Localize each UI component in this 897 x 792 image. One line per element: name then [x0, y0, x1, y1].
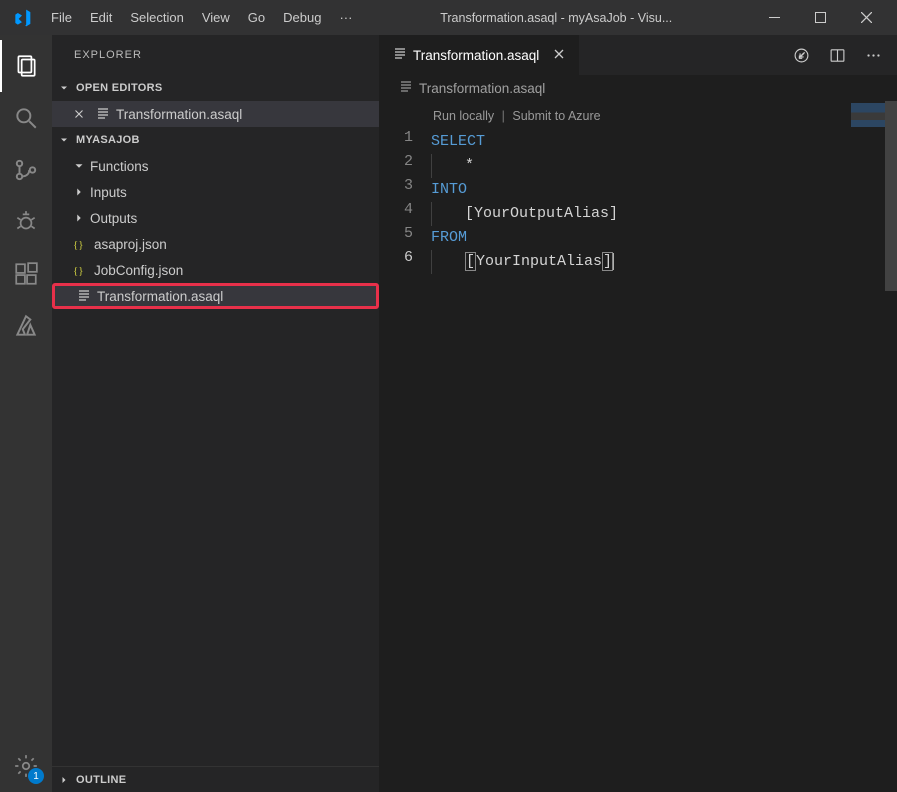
tab-label: Transformation.asaql [413, 48, 539, 63]
activity-explorer[interactable] [0, 40, 52, 92]
window-controls [751, 0, 889, 35]
menu-debug[interactable]: Debug [274, 6, 330, 29]
codelens-run-locally[interactable]: Run locally [433, 109, 494, 123]
file-asaproj[interactable]: {} asaproj.json [52, 231, 379, 257]
breadcrumb-label: Transformation.asaql [419, 81, 545, 96]
activity-search[interactable] [0, 92, 52, 144]
codelens: Run locally | Submit to Azure [431, 104, 897, 130]
chevron-right-icon [72, 211, 86, 225]
chevron-down-icon [72, 159, 86, 173]
chevron-right-icon [58, 774, 70, 786]
file-icon [75, 288, 91, 304]
menu-selection[interactable]: Selection [121, 6, 192, 29]
file-jobconfig[interactable]: {} JobConfig.json [52, 257, 379, 283]
section-open-editors[interactable]: Open Editors [52, 75, 379, 101]
folder-label: Functions [90, 159, 149, 174]
activity-extensions[interactable] [0, 248, 52, 300]
minimize-button[interactable] [751, 0, 797, 35]
code-content[interactable]: Run locally | Submit to Azure SELECT * I… [431, 101, 897, 792]
editor-body[interactable]: 1 2 3 4 5 6 Run locally | Submit to Azur… [379, 101, 897, 792]
maximize-button[interactable] [797, 0, 843, 35]
line-gutter: 1 2 3 4 5 6 [379, 101, 431, 792]
menu-edit[interactable]: Edit [81, 6, 121, 29]
file-icon [391, 46, 407, 65]
folder-inputs[interactable]: Inputs [52, 179, 379, 205]
file-label: JobConfig.json [94, 263, 183, 278]
file-icon [397, 79, 413, 98]
close-icon[interactable] [551, 46, 567, 65]
editor-area: Transformation.asaql Transformation.asaq… [379, 35, 897, 792]
run-action-icon[interactable] [785, 35, 817, 75]
menubar: File Edit Selection View Go Debug ··· [8, 6, 361, 29]
activity-scm[interactable] [0, 144, 52, 196]
menu-more[interactable]: ··· [330, 6, 361, 29]
folder-outputs[interactable]: Outputs [52, 205, 379, 231]
open-editor-item[interactable]: Transformation.asaql [52, 101, 379, 127]
chevron-down-icon [58, 82, 70, 94]
section-label: MyAsaJob [76, 134, 140, 146]
section-label: Open Editors [76, 82, 163, 94]
scrollbar-thumb[interactable] [885, 101, 897, 291]
chevron-down-icon [58, 134, 70, 146]
section-label: Outline [76, 774, 126, 786]
folder-label: Inputs [90, 185, 127, 200]
menu-view[interactable]: View [193, 6, 239, 29]
menu-file[interactable]: File [42, 6, 81, 29]
file-label: asaproj.json [94, 237, 167, 252]
section-project[interactable]: MyAsaJob [52, 127, 379, 153]
titlebar: File Edit Selection View Go Debug ··· Tr… [0, 0, 897, 35]
file-label: Transformation.asaql [97, 289, 223, 304]
open-editor-label: Transformation.asaql [116, 107, 242, 122]
activity-settings[interactable]: 1 [0, 740, 52, 792]
close-button[interactable] [843, 0, 889, 35]
editor-tabs: Transformation.asaql [379, 35, 897, 75]
svg-text:{}: {} [73, 265, 84, 277]
close-icon[interactable] [72, 107, 86, 121]
window-title: Transformation.asaql - myAsaJob - Visu..… [361, 11, 751, 25]
more-actions-icon[interactable] [857, 35, 889, 75]
json-icon: {} [72, 262, 88, 278]
file-transformation[interactable]: Transformation.asaql [52, 283, 379, 309]
section-outline[interactable]: Outline [52, 766, 379, 792]
breadcrumb[interactable]: Transformation.asaql [379, 75, 897, 101]
folder-functions[interactable]: Functions [52, 153, 379, 179]
activity-bar: 1 [0, 35, 52, 792]
folder-label: Outputs [90, 211, 137, 226]
json-icon: {} [72, 236, 88, 252]
vscode-logo-icon [12, 8, 32, 28]
chevron-right-icon [72, 185, 86, 199]
file-icon [94, 106, 110, 122]
settings-badge: 1 [28, 768, 44, 784]
editor-tab[interactable]: Transformation.asaql [379, 35, 580, 75]
activity-debug[interactable] [0, 196, 52, 248]
explorer-panel: Explorer Open Editors Transformation.asa… [52, 35, 379, 792]
codelens-submit-azure[interactable]: Submit to Azure [512, 109, 600, 123]
menu-go[interactable]: Go [239, 6, 274, 29]
activity-azure[interactable] [0, 300, 52, 352]
svg-text:{}: {} [73, 239, 84, 251]
panel-title: Explorer [52, 35, 379, 75]
split-editor-icon[interactable] [821, 35, 853, 75]
